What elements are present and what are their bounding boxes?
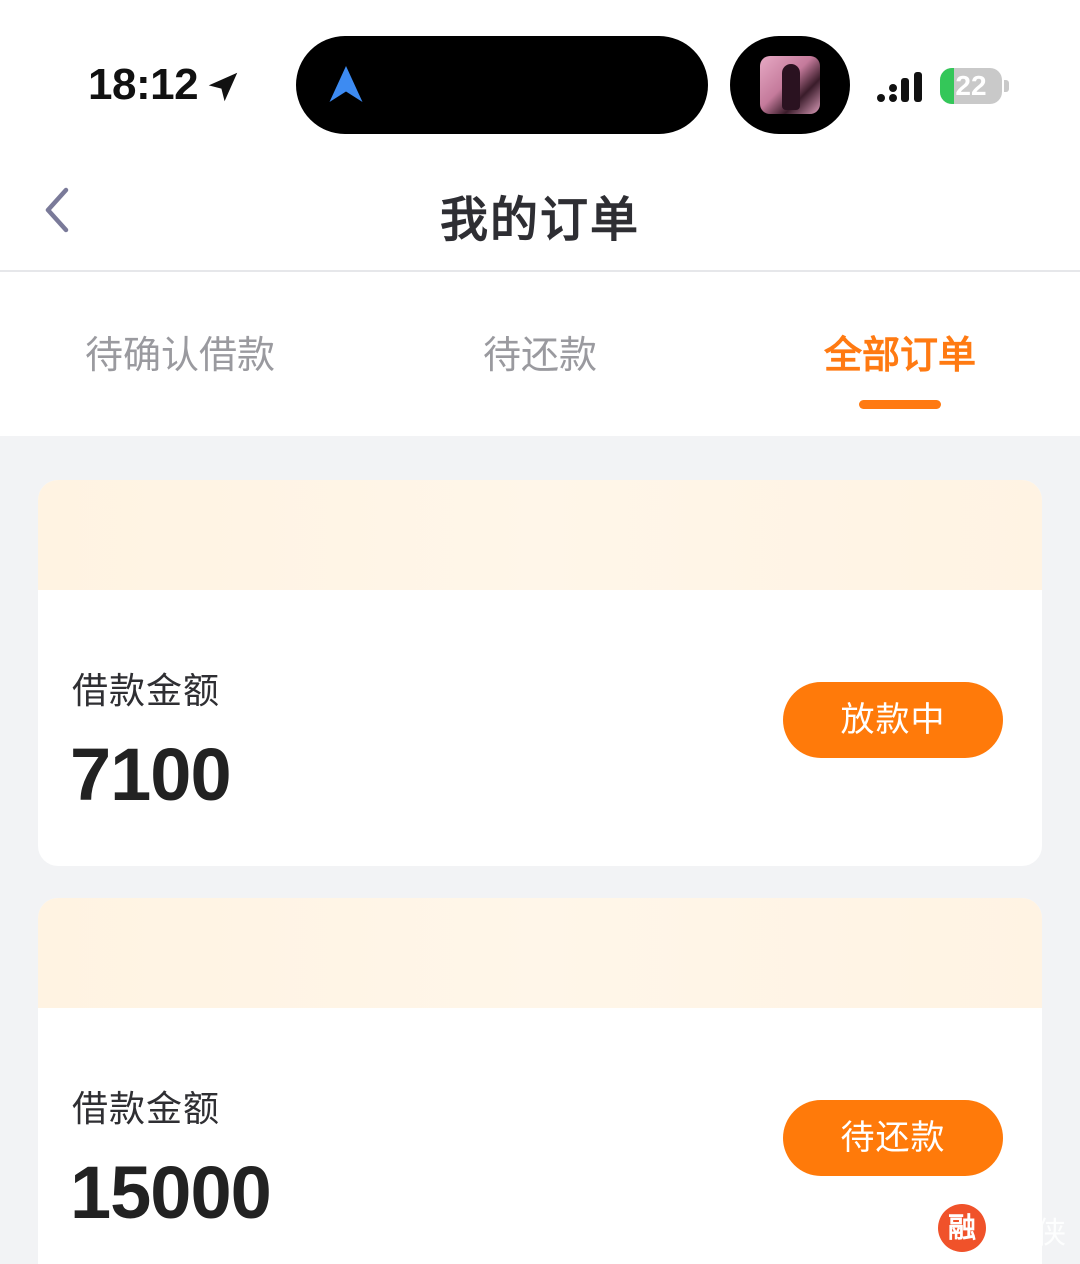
order-card[interactable]: 借款金额 7100 放款中 [38,480,1042,866]
card-banner [38,480,1042,590]
album-figure [782,64,800,110]
card-banner [38,898,1042,1008]
tab-all-orders[interactable]: 全部订单 [780,324,1020,384]
header: 我的订单 [0,150,1080,272]
location-arrow-icon [208,72,238,102]
battery-indicator: 22 [940,68,1002,104]
watermark-text: 侠 [1036,1216,1066,1251]
order-card[interactable]: 借款金额 15000 待还款 [38,898,1042,1264]
loan-amount-label: 借款金额 [72,671,221,712]
tab-pending-repayment[interactable]: 待还款 [420,324,660,384]
battery-tip [1004,80,1009,92]
active-tab-indicator [859,400,941,409]
tab-pending-confirmation[interactable]: 待确认借款 [60,324,300,384]
watermark-logo: 融 [938,1204,986,1252]
status-time: 18:12 [88,60,199,109]
order-status-button[interactable]: 待还款 [783,1100,1003,1176]
status-bar: 18:12 22 [0,0,1080,150]
loan-amount-label: 借款金额 [72,1089,221,1130]
now-playing-island[interactable] [730,36,850,134]
dynamic-island[interactable] [296,36,708,134]
order-tabs: 待确认借款 待还款 全部订单 [0,272,1080,436]
page-title: 我的订单 [439,192,640,248]
battery-text: 22 [955,70,987,101]
loan-amount-value: 7100 [70,733,232,816]
order-status-button[interactable]: 放款中 [783,682,1003,758]
album-art [760,56,820,114]
navigation-arrow-icon [329,66,363,102]
loan-amount-value: 15000 [70,1151,272,1234]
cellular-signal-icon [877,72,922,102]
